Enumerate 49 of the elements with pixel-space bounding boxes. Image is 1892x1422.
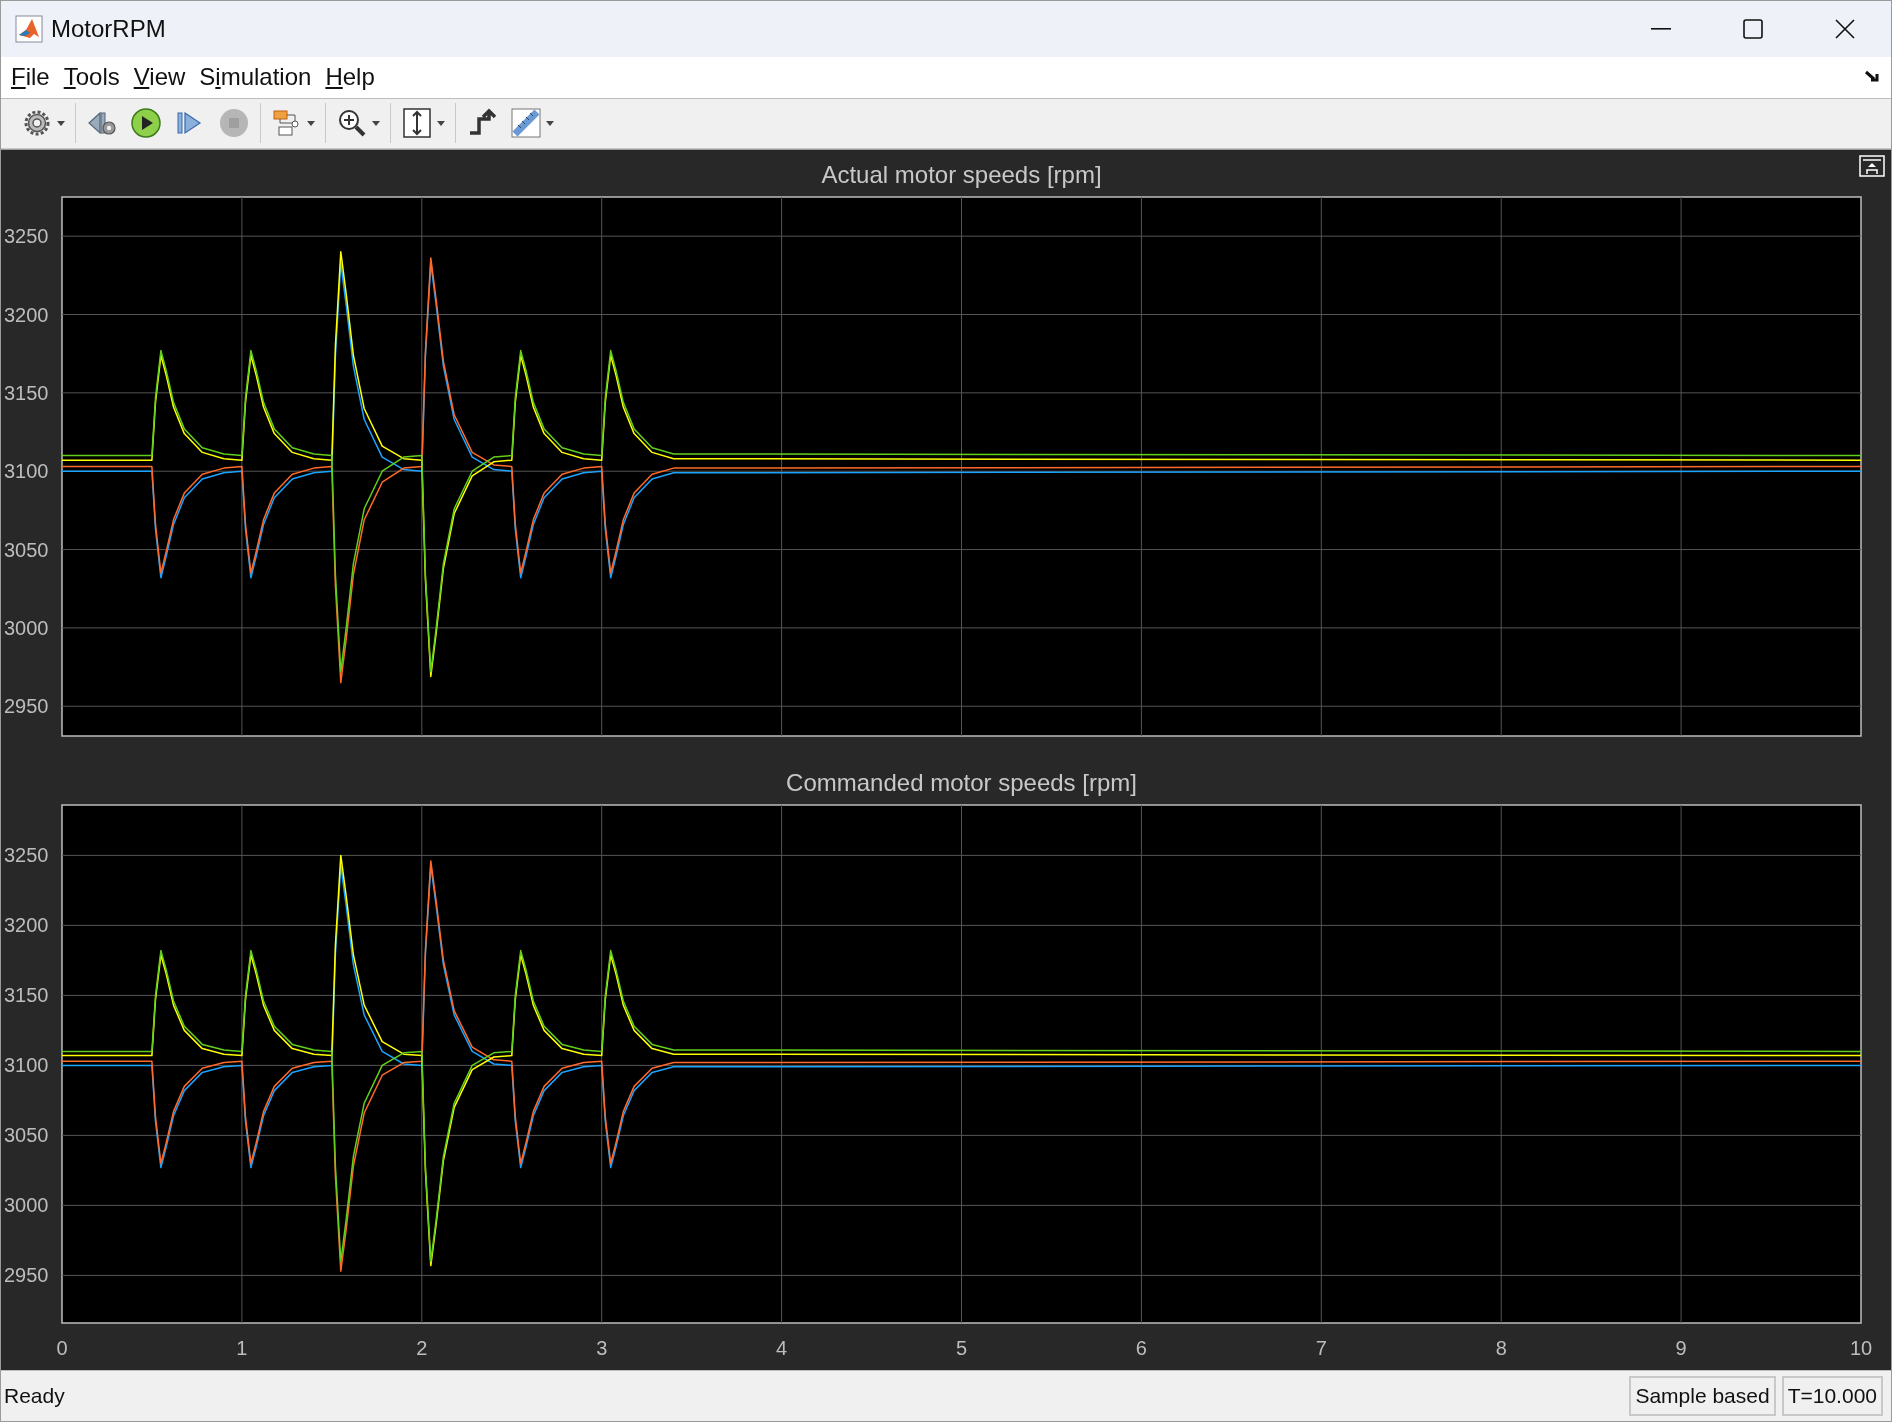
caret-icon[interactable] [372, 120, 380, 126]
run-icon[interactable] [130, 107, 162, 140]
caret-icon[interactable] [437, 120, 445, 126]
dock-arrow-icon[interactable] [1865, 70, 1881, 85]
y-tick-label: 3150 [4, 984, 49, 1007]
x-tick-label: 7 [1315, 1336, 1327, 1359]
x-tick-label: 3 [596, 1336, 608, 1359]
caret-icon[interactable] [57, 120, 65, 126]
minimize-icon[interactable] [1651, 28, 1671, 31]
y-tick-label: 3000 [4, 616, 49, 639]
caret-icon[interactable] [546, 120, 554, 126]
x-tick-label: 10 [1849, 1336, 1873, 1359]
y-tick-label: 3050 [4, 1124, 49, 1147]
y-tick-label: 3200 [4, 303, 49, 326]
y-tick-label: 3150 [4, 381, 49, 404]
y-tick-label: 3050 [4, 538, 49, 561]
menu-item[interactable]: View [133, 59, 186, 96]
y-tick-label: 2950 [4, 1264, 49, 1287]
x-tick-label: 8 [1495, 1336, 1507, 1359]
menu-item[interactable]: Tools [63, 59, 120, 96]
scale-icon[interactable] [401, 107, 433, 140]
undock-icon[interactable] [1859, 154, 1885, 177]
chart-title: Commanded motor speeds [rpm] [786, 768, 1137, 796]
y-tick-label: 3100 [4, 459, 49, 482]
x-tick-label: 0 [56, 1336, 68, 1359]
menu-item[interactable]: Help [325, 59, 375, 96]
status-field: Sample based [1629, 1376, 1776, 1416]
x-tick-label: 2 [416, 1336, 428, 1359]
y-tick-label: 3100 [4, 1054, 49, 1077]
window-title: MotorRPM [51, 14, 166, 45]
x-tick-label: 5 [955, 1336, 968, 1359]
y-tick-label: 3000 [4, 1194, 49, 1217]
app-logo-icon [15, 15, 43, 44]
status-field: T=10.000 [1781, 1376, 1883, 1416]
x-tick-label: 9 [1675, 1336, 1687, 1359]
x-tick-label: 1 [236, 1336, 248, 1359]
caret-icon[interactable] [307, 120, 315, 126]
x-tick-label: 6 [1135, 1336, 1147, 1359]
maximize-icon[interactable] [1743, 19, 1763, 40]
y-tick-label: 3250 [4, 844, 49, 867]
y-tick-label: 3200 [4, 914, 49, 937]
status-message: Ready [4, 1383, 65, 1410]
y-tick-label: 2950 [4, 695, 49, 717]
chart-title: Actual motor speeds [rpm] [821, 160, 1102, 188]
close-icon[interactable] [1835, 19, 1855, 40]
menu-item[interactable]: File [11, 59, 50, 96]
menu-item[interactable]: Simulation [199, 59, 312, 96]
y-tick-label: 3250 [4, 224, 49, 247]
x-tick-label: 4 [776, 1336, 788, 1359]
